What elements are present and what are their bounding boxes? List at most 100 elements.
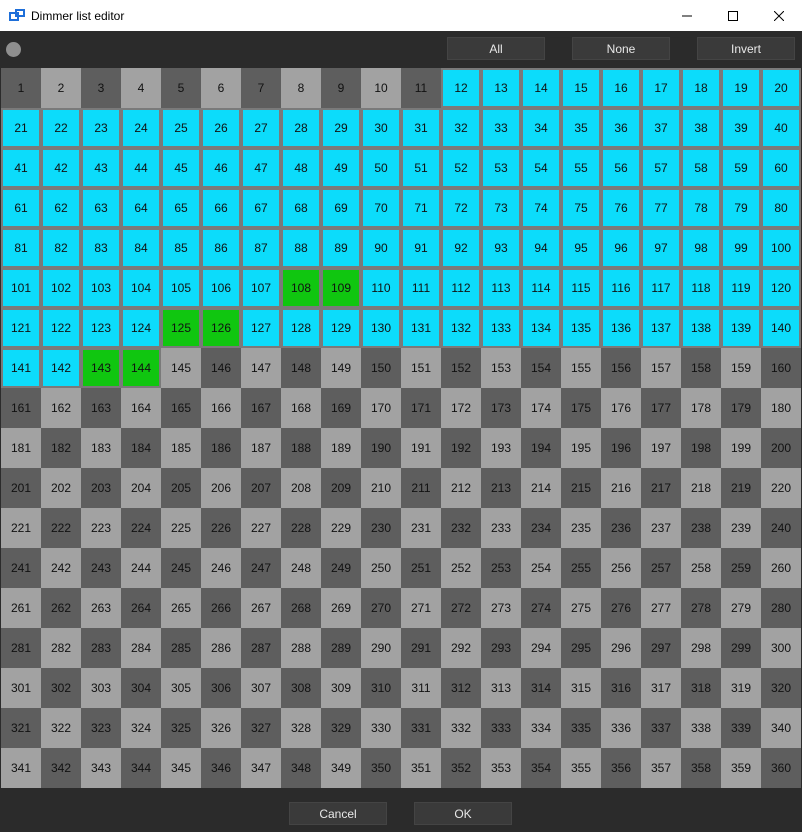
dimmer-cell[interactable]: 352 [441, 748, 481, 788]
dimmer-cell[interactable]: 213 [481, 468, 521, 508]
dimmer-cell[interactable]: 166 [201, 388, 241, 428]
dimmer-cell[interactable]: 353 [481, 748, 521, 788]
dimmer-cell[interactable]: 289 [321, 628, 361, 668]
dimmer-cell[interactable]: 18 [681, 68, 721, 108]
dimmer-cell[interactable]: 292 [441, 628, 481, 668]
dimmer-cell[interactable]: 185 [161, 428, 201, 468]
dimmer-cell[interactable]: 247 [241, 548, 281, 588]
dimmer-cell[interactable]: 187 [241, 428, 281, 468]
dimmer-cell[interactable]: 4 [121, 68, 161, 108]
dimmer-cell[interactable]: 293 [481, 628, 521, 668]
dimmer-cell[interactable]: 271 [401, 588, 441, 628]
dimmer-cell[interactable]: 204 [121, 468, 161, 508]
dimmer-cell[interactable]: 2 [41, 68, 81, 108]
dimmer-cell[interactable]: 332 [441, 708, 481, 748]
dimmer-cell[interactable]: 126 [201, 308, 241, 348]
dimmer-cell[interactable]: 209 [321, 468, 361, 508]
dimmer-cell[interactable]: 92 [441, 228, 481, 268]
dimmer-cell[interactable]: 274 [521, 588, 561, 628]
dimmer-cell[interactable]: 42 [41, 148, 81, 188]
dimmer-cell[interactable]: 267 [241, 588, 281, 628]
dimmer-cell[interactable]: 266 [201, 588, 241, 628]
dimmer-cell[interactable]: 239 [721, 508, 761, 548]
dimmer-cell[interactable]: 26 [201, 108, 241, 148]
dimmer-cell[interactable]: 328 [281, 708, 321, 748]
dimmer-cell[interactable]: 156 [601, 348, 641, 388]
dimmer-cell[interactable]: 275 [561, 588, 601, 628]
dimmer-cell[interactable]: 103 [81, 268, 121, 308]
dimmer-cell[interactable]: 133 [481, 308, 521, 348]
dimmer-cell[interactable]: 111 [401, 268, 441, 308]
dimmer-cell[interactable]: 210 [361, 468, 401, 508]
dimmer-cell[interactable]: 184 [121, 428, 161, 468]
dimmer-cell[interactable]: 155 [561, 348, 601, 388]
dimmer-cell[interactable]: 285 [161, 628, 201, 668]
dimmer-cell[interactable]: 296 [601, 628, 641, 668]
dimmer-cell[interactable]: 222 [41, 508, 81, 548]
maximize-button[interactable] [710, 0, 756, 31]
dimmer-cell[interactable]: 138 [681, 308, 721, 348]
dimmer-cell[interactable]: 217 [641, 468, 681, 508]
dimmer-cell[interactable]: 141 [1, 348, 41, 388]
dimmer-cell[interactable]: 75 [561, 188, 601, 228]
dimmer-cell[interactable]: 88 [281, 228, 321, 268]
dimmer-cell[interactable]: 343 [81, 748, 121, 788]
dimmer-cell[interactable]: 150 [361, 348, 401, 388]
dimmer-cell[interactable]: 339 [721, 708, 761, 748]
dimmer-cell[interactable]: 350 [361, 748, 401, 788]
dimmer-cell[interactable]: 259 [721, 548, 761, 588]
dimmer-cell[interactable]: 336 [601, 708, 641, 748]
dimmer-cell[interactable]: 200 [761, 428, 801, 468]
dimmer-cell[interactable]: 80 [761, 188, 801, 228]
dimmer-cell[interactable]: 347 [241, 748, 281, 788]
dimmer-cell[interactable]: 333 [481, 708, 521, 748]
dimmer-cell[interactable]: 96 [601, 228, 641, 268]
dimmer-cell[interactable]: 46 [201, 148, 241, 188]
dimmer-cell[interactable]: 84 [121, 228, 161, 268]
dimmer-cell[interactable]: 177 [641, 388, 681, 428]
dimmer-cell[interactable]: 180 [761, 388, 801, 428]
dimmer-cell[interactable]: 304 [121, 668, 161, 708]
dimmer-cell[interactable]: 117 [641, 268, 681, 308]
dimmer-cell[interactable]: 311 [401, 668, 441, 708]
dimmer-cell[interactable]: 65 [161, 188, 201, 228]
dimmer-cell[interactable]: 86 [201, 228, 241, 268]
dimmer-cell[interactable]: 192 [441, 428, 481, 468]
dimmer-cell[interactable]: 272 [441, 588, 481, 628]
dimmer-cell[interactable]: 262 [41, 588, 81, 628]
dimmer-cell[interactable]: 50 [361, 148, 401, 188]
dimmer-cell[interactable]: 125 [161, 308, 201, 348]
dimmer-cell[interactable]: 90 [361, 228, 401, 268]
dimmer-cell[interactable]: 163 [81, 388, 121, 428]
dimmer-cell[interactable]: 28 [281, 108, 321, 148]
dimmer-cell[interactable]: 295 [561, 628, 601, 668]
dimmer-cell[interactable]: 344 [121, 748, 161, 788]
dimmer-cell[interactable]: 297 [641, 628, 681, 668]
dimmer-cell[interactable]: 6 [201, 68, 241, 108]
dimmer-cell[interactable]: 243 [81, 548, 121, 588]
dimmer-cell[interactable]: 31 [401, 108, 441, 148]
dimmer-cell[interactable]: 340 [761, 708, 801, 748]
dimmer-cell[interactable]: 246 [201, 548, 241, 588]
dimmer-cell[interactable]: 134 [521, 308, 561, 348]
dimmer-cell[interactable]: 338 [681, 708, 721, 748]
dimmer-cell[interactable]: 256 [601, 548, 641, 588]
dimmer-cell[interactable]: 237 [641, 508, 681, 548]
dimmer-cell[interactable]: 148 [281, 348, 321, 388]
dimmer-cell[interactable]: 128 [281, 308, 321, 348]
dimmer-cell[interactable]: 79 [721, 188, 761, 228]
dimmer-cell[interactable]: 221 [1, 508, 41, 548]
dimmer-cell[interactable]: 197 [641, 428, 681, 468]
dimmer-cell[interactable]: 161 [1, 388, 41, 428]
dimmer-cell[interactable]: 19 [721, 68, 761, 108]
dimmer-cell[interactable]: 3 [81, 68, 121, 108]
dimmer-cell[interactable]: 284 [121, 628, 161, 668]
dimmer-cell[interactable]: 190 [361, 428, 401, 468]
dimmer-cell[interactable]: 56 [601, 148, 641, 188]
dimmer-cell[interactable]: 335 [561, 708, 601, 748]
dimmer-cell[interactable]: 291 [401, 628, 441, 668]
dimmer-cell[interactable]: 78 [681, 188, 721, 228]
dimmer-cell[interactable]: 282 [41, 628, 81, 668]
dimmer-cell[interactable]: 114 [521, 268, 561, 308]
dimmer-cell[interactable]: 307 [241, 668, 281, 708]
